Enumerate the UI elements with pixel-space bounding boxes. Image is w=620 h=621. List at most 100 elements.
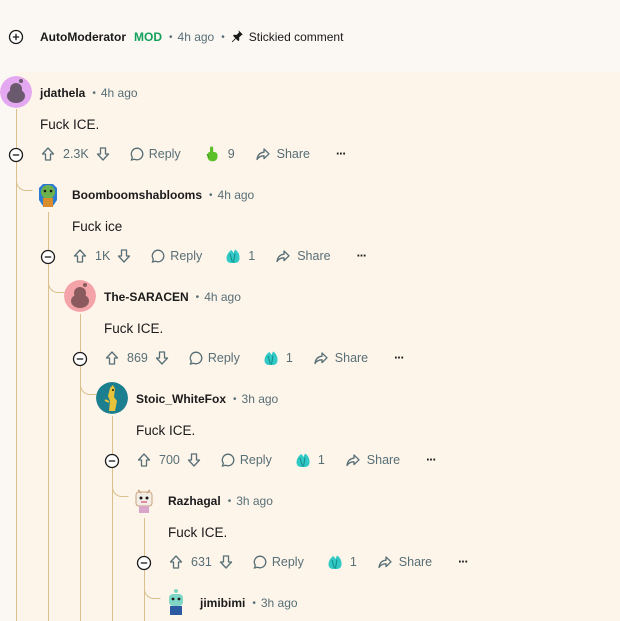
- vote-score: 631: [191, 555, 212, 569]
- downvote-button[interactable]: [95, 146, 111, 162]
- downvote-button[interactable]: [218, 554, 234, 570]
- downvote-button[interactable]: [116, 248, 132, 264]
- comment-header: jimibimi • 3h ago: [200, 594, 298, 612]
- thread-elbow: [16, 166, 33, 191]
- timestamp[interactable]: 3h ago: [261, 596, 298, 610]
- share-label: Share: [366, 453, 401, 467]
- upvote-button[interactable]: [72, 248, 88, 264]
- timestamp[interactable]: 4h ago: [178, 30, 215, 44]
- collapse-icon[interactable]: [8, 147, 24, 168]
- reply-label: Reply: [170, 249, 203, 263]
- collapse-icon[interactable]: [72, 351, 88, 372]
- reply-button[interactable]: Reply: [129, 146, 181, 162]
- downvote-icon: [116, 248, 132, 264]
- collapse-icon[interactable]: [40, 249, 56, 270]
- upvote-button[interactable]: [40, 146, 56, 162]
- reply-button[interactable]: Reply: [188, 350, 240, 366]
- downvote-icon: [154, 350, 170, 366]
- award-button[interactable]: 1: [294, 451, 325, 469]
- username[interactable]: jdathela: [40, 86, 85, 100]
- comment-header: Razhagal • 3h ago: [168, 492, 273, 510]
- share-button[interactable]: Share: [255, 146, 310, 162]
- share-icon: [255, 146, 271, 162]
- vote-score: 1K: [95, 249, 111, 263]
- reply-label: Reply: [207, 351, 240, 365]
- avatar[interactable]: [32, 178, 64, 210]
- crystal-award-icon: [262, 349, 280, 367]
- share-icon: [313, 350, 329, 366]
- comment-body: Fuck ICE.: [40, 117, 100, 132]
- more-options-label: ···: [336, 147, 346, 161]
- crystal-award-icon: [294, 451, 312, 469]
- upvote-button[interactable]: [104, 350, 120, 366]
- share-button[interactable]: Share: [345, 452, 400, 468]
- comment-header: The-SARACEN • 4h ago: [104, 288, 241, 306]
- username[interactable]: AutoModerator: [40, 30, 126, 44]
- username[interactable]: jimibimi: [200, 596, 245, 610]
- reply-button[interactable]: Reply: [252, 554, 304, 570]
- share-icon: [275, 248, 291, 264]
- avatar[interactable]: [160, 586, 192, 618]
- collapse-icon[interactable]: [136, 555, 152, 576]
- share-button[interactable]: Share: [313, 350, 368, 366]
- username[interactable]: The-SARACEN: [104, 290, 189, 304]
- upvote-icon: [72, 248, 88, 264]
- award-button[interactable]: 1: [224, 247, 255, 265]
- collapse-icon[interactable]: [104, 453, 120, 474]
- more-options-button[interactable]: ···: [394, 351, 404, 365]
- share-label: Share: [297, 249, 331, 263]
- timestamp[interactable]: 4h ago: [101, 86, 138, 100]
- share-button[interactable]: Share: [377, 554, 432, 570]
- timestamp[interactable]: 4h ago: [218, 188, 255, 202]
- sticky-comment-header: AutoModerator MOD • 4h ago • Stickied co…: [40, 28, 343, 46]
- award-count: 1: [349, 555, 357, 569]
- comment-bubble-icon: [150, 248, 166, 264]
- separator-dot: •: [252, 597, 256, 609]
- separator-dot: •: [221, 31, 225, 43]
- share-button[interactable]: Share: [275, 248, 331, 264]
- downvote-icon: [186, 452, 202, 468]
- downvote-button[interactable]: [186, 452, 202, 468]
- more-options-label: ···: [394, 351, 404, 365]
- award-count: 9: [227, 147, 235, 161]
- more-options-label: ···: [356, 249, 367, 263]
- downvote-icon: [218, 554, 234, 570]
- award-button[interactable]: 1: [326, 553, 357, 571]
- comment-header: Stoic_WhiteFox • 3h ago: [136, 390, 278, 408]
- share-label: Share: [276, 147, 310, 161]
- avatar[interactable]: [96, 382, 128, 414]
- comment-bubble-icon: [220, 452, 236, 468]
- upvote-button[interactable]: [136, 452, 152, 468]
- thread-elbow: [144, 574, 161, 599]
- reply-button[interactable]: Reply: [220, 452, 272, 468]
- separator-dot: •: [233, 393, 237, 405]
- username[interactable]: Stoic_WhiteFox: [136, 392, 226, 406]
- comment-header: jdathela • 4h ago: [40, 84, 138, 102]
- more-options-button[interactable]: ···: [336, 147, 346, 161]
- username[interactable]: Razhagal: [168, 494, 221, 508]
- comment-body: Fuck ICE.: [104, 321, 164, 336]
- comment-bubble-icon: [252, 554, 268, 570]
- avatar[interactable]: [128, 484, 160, 516]
- award-button[interactable]: 9: [203, 145, 235, 163]
- upvote-button[interactable]: [168, 554, 184, 570]
- more-options-button[interactable]: ···: [458, 555, 468, 569]
- pointing-hand-award-icon: [203, 145, 221, 163]
- timestamp[interactable]: 4h ago: [204, 290, 241, 304]
- avatar[interactable]: [0, 76, 32, 108]
- reply-button[interactable]: Reply: [150, 248, 202, 264]
- downvote-button[interactable]: [154, 350, 170, 366]
- username[interactable]: Boomboomshablooms: [72, 188, 202, 202]
- separator-dot: •: [227, 495, 232, 507]
- expand-icon[interactable]: [8, 29, 24, 50]
- timestamp[interactable]: 3h ago: [236, 494, 273, 508]
- reply-label: Reply: [271, 555, 304, 569]
- more-options-button[interactable]: ···: [357, 249, 367, 263]
- share-icon: [345, 452, 361, 468]
- timestamp[interactable]: 3h ago: [242, 392, 279, 406]
- comment-body: Fuck ICE.: [168, 525, 228, 540]
- award-button[interactable]: 1: [262, 349, 293, 367]
- comment-bubble-icon: [188, 350, 204, 366]
- more-options-button[interactable]: ···: [426, 453, 436, 467]
- avatar[interactable]: [64, 280, 96, 312]
